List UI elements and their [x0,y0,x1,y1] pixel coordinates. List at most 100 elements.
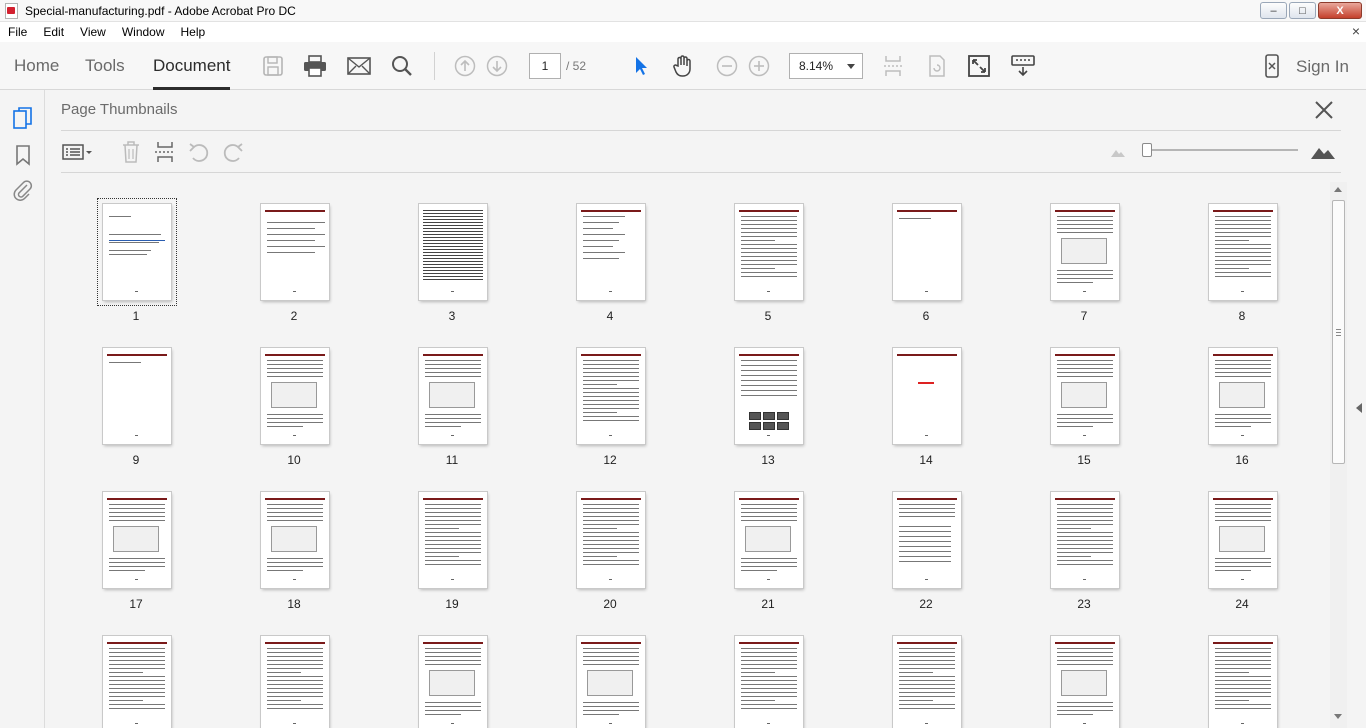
page-thumbnail[interactable]: 6 [851,182,1001,323]
email-icon[interactable] [346,53,372,79]
next-page-icon[interactable] [484,53,510,79]
delete-page-icon[interactable] [118,140,144,164]
page-thumbnail[interactable]: 12 [535,326,685,467]
scroll-up-icon[interactable] [1334,187,1342,192]
page-thumbnail[interactable]: 3 [377,182,527,323]
page-thumbnail[interactable]: 14 [851,326,1001,467]
page-preview[interactable] [1051,492,1119,588]
previous-page-icon[interactable] [452,53,478,79]
page-preview[interactable] [1051,204,1119,300]
small-thumbnail-icon[interactable] [1105,140,1131,164]
page-preview[interactable] [893,492,961,588]
page-preview[interactable] [1051,348,1119,444]
vertical-scrollbar[interactable] [1330,182,1347,728]
page-thumbnail[interactable]: 15 [1009,326,1159,467]
search-icon[interactable] [389,53,415,79]
page-thumbnail[interactable]: 26 [219,614,369,728]
close-icon[interactable] [1313,99,1335,121]
page-thumbnail[interactable]: 24 [1167,470,1317,611]
sign-in-link[interactable]: Sign In [1296,57,1349,77]
zoom-out-icon[interactable] [714,53,740,79]
scroll-down-icon[interactable] [1334,714,1342,719]
page-thumbnail[interactable]: 32 [1167,614,1317,728]
zoom-level-select[interactable]: 8.14% [789,53,863,79]
page-preview[interactable] [1209,348,1277,444]
thumbnail-options-icon[interactable] [62,140,94,164]
page-thumbnail[interactable]: 16 [1167,326,1317,467]
page-preview[interactable] [735,204,803,300]
large-thumbnail-icon[interactable] [1310,140,1336,164]
insert-page-icon[interactable] [152,140,178,164]
page-thumbnail[interactable]: 11 [377,326,527,467]
page-preview[interactable] [419,636,487,728]
thumbnail-size-slider[interactable] [1146,149,1298,151]
page-thumbnails-icon[interactable] [11,106,35,130]
page-preview[interactable] [261,348,329,444]
page-preview[interactable] [103,492,171,588]
save-icon[interactable] [260,53,286,79]
page-thumbnail[interactable]: 8 [1167,182,1317,323]
page-thumbnail[interactable]: 17 [61,470,211,611]
page-preview[interactable] [1209,636,1277,728]
fit-page-icon[interactable] [880,53,906,79]
mobile-link-icon[interactable] [1259,53,1285,79]
close-window-button[interactable]: X [1318,2,1362,19]
page-preview[interactable] [893,348,961,444]
keyboard-shortcuts-icon[interactable] [1010,53,1036,79]
page-thumbnail[interactable]: 23 [1009,470,1159,611]
page-preview[interactable] [261,204,329,300]
tab-document[interactable]: Document [153,42,231,90]
page-preview[interactable] [419,492,487,588]
attachments-icon[interactable] [11,178,35,202]
minimize-button[interactable]: – [1260,2,1287,19]
page-thumbnail[interactable]: 5 [693,182,843,323]
page-thumbnail[interactable]: 27 [377,614,527,728]
page-thumbnail[interactable]: 4 [535,182,685,323]
page-thumbnail[interactable]: 2 [219,182,369,323]
page-preview[interactable] [577,204,645,300]
zoom-in-icon[interactable] [746,53,772,79]
slider-handle[interactable] [1142,143,1152,157]
page-preview[interactable] [103,348,171,444]
menu-file[interactable]: File [0,25,35,39]
page-preview[interactable] [1051,636,1119,728]
page-preview[interactable] [419,204,487,300]
page-thumbnail[interactable]: 13 [693,326,843,467]
page-preview[interactable] [893,636,961,728]
page-thumbnail[interactable]: 30 [851,614,1001,728]
hand-tool-icon[interactable] [670,53,696,79]
page-preview[interactable] [103,636,171,728]
page-preview[interactable] [577,636,645,728]
page-thumbnail[interactable]: 10 [219,326,369,467]
page-thumbnail[interactable]: 9 [61,326,211,467]
page-preview[interactable] [893,204,961,300]
scroll-thumb[interactable] [1332,200,1345,464]
close-document-icon[interactable]: × [1352,23,1360,39]
page-preview[interactable] [1209,492,1277,588]
page-preview[interactable] [577,348,645,444]
page-preview[interactable] [261,636,329,728]
rotate-view-icon[interactable] [924,53,950,79]
restore-button[interactable]: □ [1289,2,1316,19]
menu-view[interactable]: View [72,25,114,39]
page-preview[interactable] [735,636,803,728]
page-preview[interactable] [735,348,803,444]
page-thumbnail[interactable]: 1 [61,182,211,323]
page-thumbnail[interactable]: 29 [693,614,843,728]
page-thumbnail[interactable]: 25 [61,614,211,728]
page-thumbnail[interactable]: 21 [693,470,843,611]
page-preview[interactable] [1209,204,1277,300]
tab-home[interactable]: Home [14,42,59,90]
menu-edit[interactable]: Edit [35,25,72,39]
page-thumbnail[interactable]: 19 [377,470,527,611]
page-thumbnail[interactable]: 31 [1009,614,1159,728]
rotate-clockwise-icon[interactable] [220,140,246,164]
bookmarks-icon[interactable] [11,143,35,167]
rotate-counterclockwise-icon[interactable] [186,140,212,164]
print-icon[interactable] [302,53,328,79]
page-preview[interactable] [577,492,645,588]
select-cursor-icon[interactable] [628,53,654,79]
page-preview[interactable] [419,348,487,444]
page-thumbnail[interactable]: 28 [535,614,685,728]
page-thumbnail[interactable]: 18 [219,470,369,611]
